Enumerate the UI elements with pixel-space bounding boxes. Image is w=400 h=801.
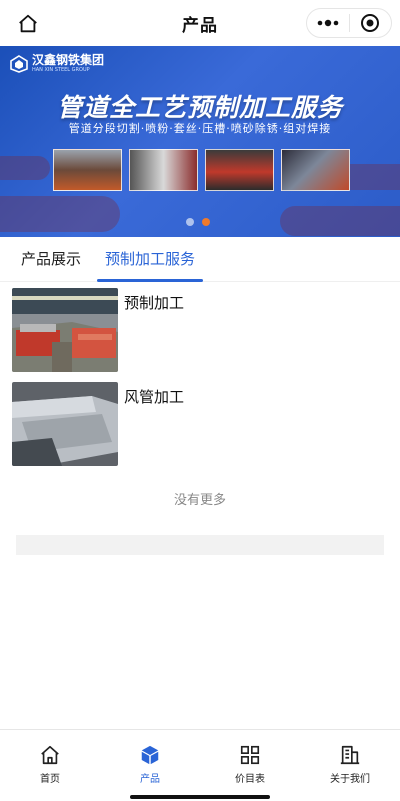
banner-photo-strip: [53, 149, 350, 191]
tabbar-item-about[interactable]: 关于我们: [300, 730, 400, 801]
more-dots-icon: [317, 19, 339, 27]
brand-subtitle: HAN XIN STEEL GROUP: [32, 67, 90, 73]
list-end-text: 没有更多: [173, 493, 226, 508]
workshop-photo: [12, 288, 118, 372]
bottom-tab-bar: 首页 产品 价目表 关于我们: [0, 729, 400, 801]
tabbar-item-home[interactable]: 首页: [0, 730, 100, 801]
target-close-icon: [361, 14, 380, 32]
active-tab-underline: [97, 278, 204, 282]
tab-product-display[interactable]: 产品展示: [13, 237, 89, 282]
tab-prefab-service[interactable]: 预制加工服务: [97, 237, 204, 282]
banner-headline: 管道全工艺预制加工服务: [56, 93, 343, 122]
product-title: 预制加工: [124, 294, 185, 312]
banner-photo: [53, 149, 122, 191]
carousel-dot[interactable]: [186, 218, 194, 226]
product-thumbnail: [12, 288, 118, 372]
building-icon: [340, 745, 360, 765]
tabbar-label: 产品: [140, 774, 160, 785]
brand-name: 汉鑫钢铁集团: [32, 53, 105, 67]
home-nav-button[interactable]: [15, 11, 41, 37]
carousel-dot-active[interactable]: [202, 218, 210, 226]
grid-icon: [240, 745, 260, 765]
home-icon: [41, 745, 59, 765]
carousel-indicators: [186, 218, 210, 226]
promo-banner[interactable]: 汉鑫钢铁集团 HAN XIN STEEL GROUP 管道全工艺预制加工服务 管…: [0, 46, 400, 237]
placeholder-block: [16, 535, 384, 555]
page-title: 产品: [182, 15, 218, 36]
tabbar-label: 首页: [40, 774, 60, 785]
more-button[interactable]: [307, 19, 349, 27]
tabbar-label: 价目表: [235, 774, 265, 785]
banner-photo: [205, 149, 274, 191]
top-nav-bar: 产品: [0, 0, 400, 46]
product-thumbnail: [12, 382, 118, 466]
brand-logo: 汉鑫钢铁集团 HAN XIN STEEL GROUP: [10, 54, 104, 73]
cube-icon: [141, 745, 159, 765]
category-tabs: 产品展示 预制加工服务: [0, 237, 400, 282]
tabbar-label: 关于我们: [330, 774, 370, 785]
tabbar-item-products[interactable]: 产品: [100, 730, 200, 801]
brand-logo-icon: [10, 54, 28, 73]
product-item[interactable]: 风管加工: [12, 382, 184, 466]
tab-label: 预制加工服务: [105, 249, 196, 268]
banner-photo: [129, 149, 198, 191]
home-indicator: [130, 795, 270, 799]
tab-label: 产品展示: [21, 249, 82, 268]
banner-photo: [281, 149, 350, 191]
ductwork-photo: [12, 382, 118, 466]
banner-subline: 管道分段切割·喷粉·套丝·压槽·喷砂除锈·组对焊接: [68, 122, 332, 135]
home-outline-icon: [19, 14, 37, 33]
product-title: 风管加工: [124, 388, 185, 406]
mini-program-capsule: [306, 8, 392, 38]
close-mini-program-button[interactable]: [350, 13, 391, 33]
product-item[interactable]: 预制加工: [12, 288, 184, 372]
tabbar-item-pricelist[interactable]: 价目表: [200, 730, 300, 801]
